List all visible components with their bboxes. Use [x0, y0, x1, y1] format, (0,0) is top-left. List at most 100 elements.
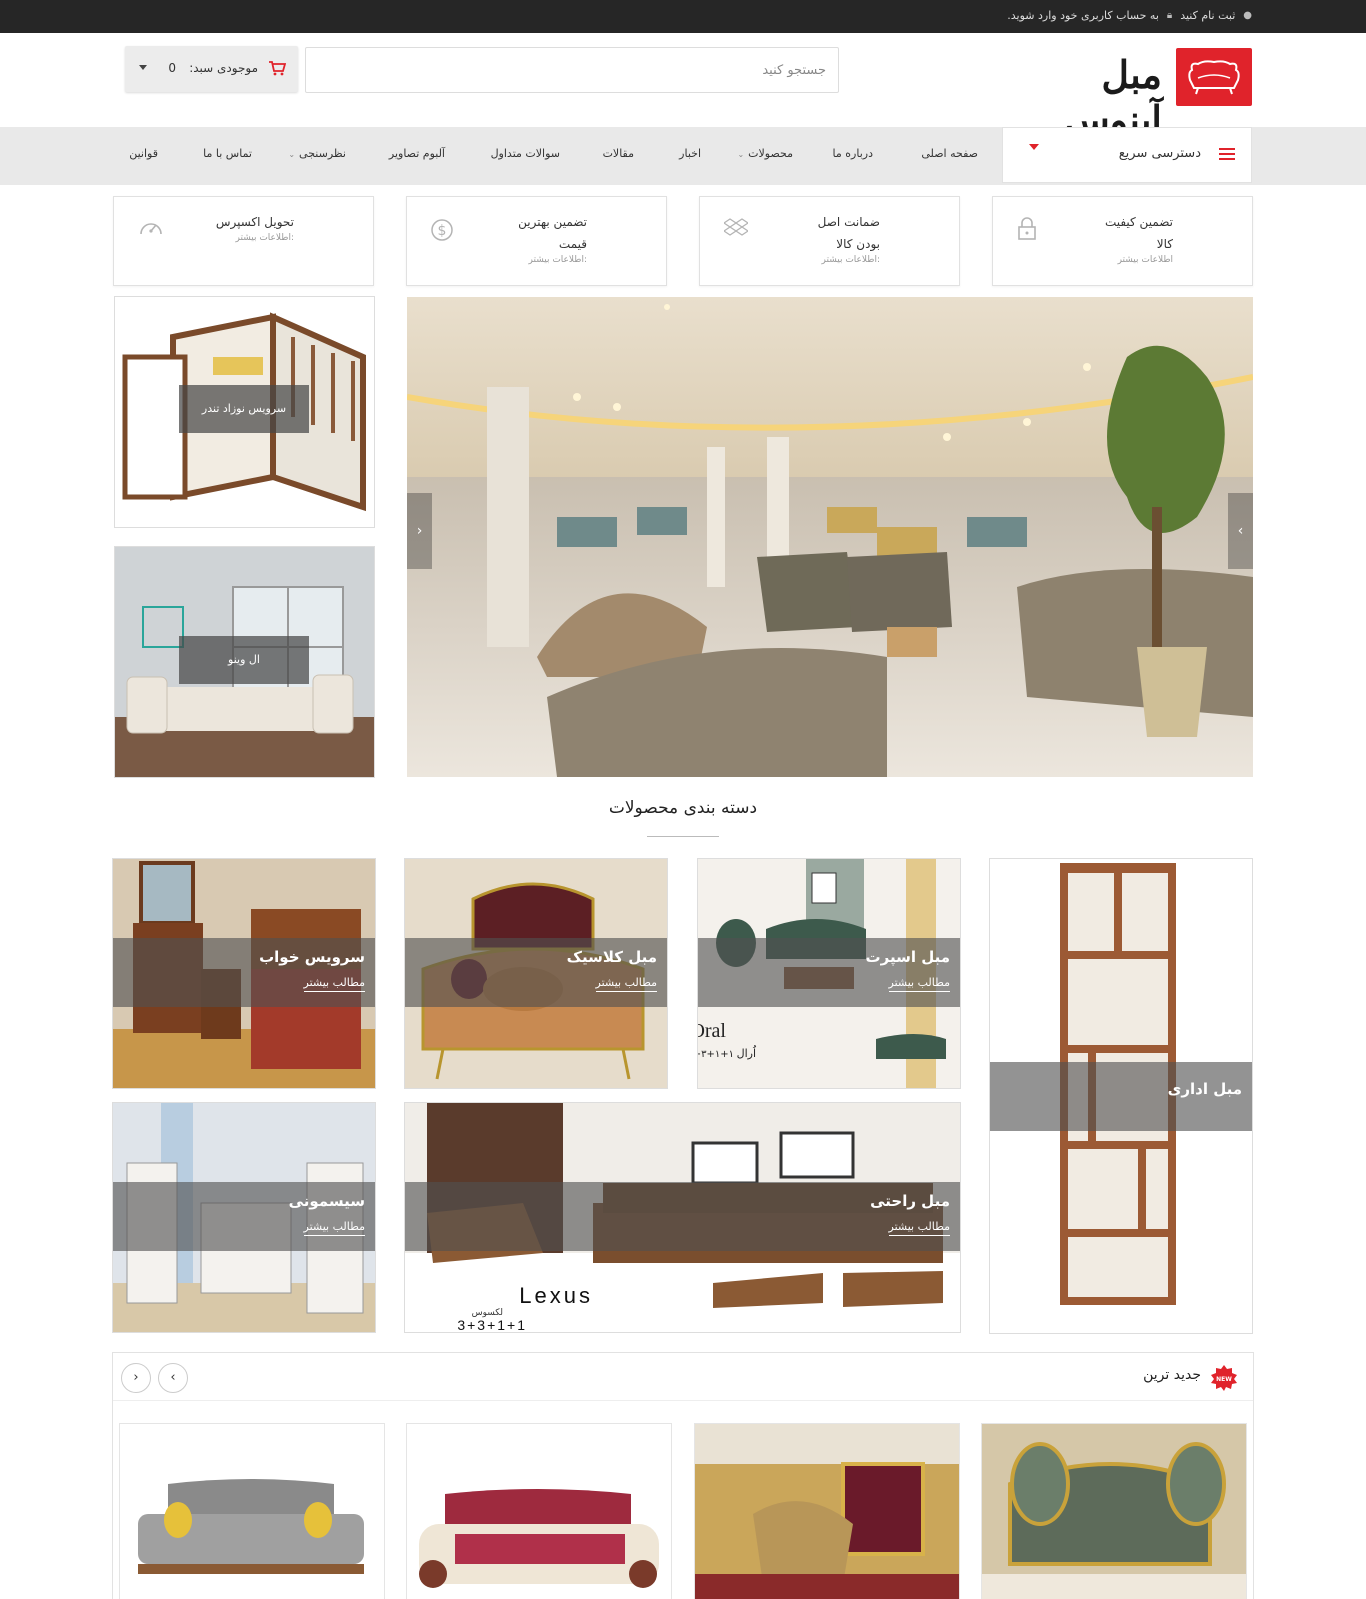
svg-text:$: $	[438, 223, 447, 239]
category-comfort[interactable]: Lexus لکسوس 3+3+1+1 مبل راحتی مطالب بیشت…	[404, 1102, 961, 1333]
feature-title-line: بودن کالا	[836, 237, 880, 251]
slider-next-button[interactable]: ›	[1228, 493, 1253, 569]
category-nursery[interactable]: سیسمونی مطالب بیشتر	[112, 1102, 376, 1333]
category-name: مبل اداری	[1167, 1080, 1242, 1098]
register-link[interactable]: ثبت نام کنید	[1180, 9, 1235, 22]
nav-item-contact[interactable]: تماس با ما	[203, 147, 252, 160]
new-badge-icon: NEW	[1211, 1365, 1237, 1391]
nav-menu: صفحه اصلی درباره ما محصولات⌄ اخبار مقالا…	[0, 127, 1366, 185]
lock-icon	[1017, 217, 1037, 245]
speedometer-icon	[138, 217, 164, 243]
dropbox-icon	[722, 217, 750, 243]
feature-title-line: تحویل اکسپرس	[215, 215, 294, 229]
category-band: مبل اسپرت مطالب بیشتر	[698, 938, 960, 1007]
slider-prev-button[interactable]: ‹	[407, 493, 432, 569]
site-logo[interactable]: مبل آبنوس	[992, 48, 1252, 142]
feature-title-line: قیمت	[558, 237, 587, 251]
divider	[647, 836, 719, 837]
carousel-prev-button[interactable]: ‹	[121, 1363, 151, 1393]
category-more-link[interactable]: مطالب بیشتر	[303, 1220, 365, 1236]
product-image	[120, 1424, 384, 1599]
oral-label: Oral	[697, 1020, 726, 1042]
product-image	[695, 1424, 959, 1599]
feature-title: ضمانت اصل بودن کالا	[780, 211, 880, 255]
promo-tile-baby[interactable]: سرویس نوزاد تندر	[114, 296, 375, 528]
category-band: مبل کلاسیک مطالب بیشتر	[405, 938, 667, 1007]
dollar-icon: $	[431, 217, 453, 247]
category-sport[interactable]: Oral اُرال ۳+۳+۱+۱ مبل اسپرت مطالب بیشتر	[697, 858, 961, 1089]
nav-item-gallery[interactable]: آلبوم تصاویر	[389, 147, 445, 160]
feature-original[interactable]: ضمانت اصل بودن کالا :اطلاعات بیشتر	[699, 196, 960, 286]
chevron-down-icon: ⌄	[288, 150, 296, 159]
oral-sub: ۳+۳+۱+۱	[697, 1049, 734, 1060]
product-image	[407, 1424, 671, 1599]
nav-item-rules[interactable]: قوانین	[129, 147, 158, 160]
category-office[interactable]: مبل اداری	[989, 858, 1253, 1334]
nav-item-about[interactable]: درباره ما	[833, 147, 873, 160]
category-more-link[interactable]: مطالب بیشتر	[888, 976, 950, 992]
feature-quality[interactable]: تضمین کیفیت کالا اطلاعات بیشتر	[992, 196, 1253, 286]
cart-label: موجودی سبد:	[189, 61, 258, 75]
feature-title-line: تضمین کیفیت	[1104, 215, 1173, 229]
category-name: مبل اسپرت	[865, 948, 950, 966]
feature-more-link[interactable]: :اطلاعات بیشتر	[529, 255, 587, 265]
carousel-next-button[interactable]: ›	[158, 1363, 188, 1393]
cart-count: 0	[168, 61, 176, 75]
category-name: سیسمونی	[288, 1192, 365, 1210]
nav-item-articles[interactable]: مقالات	[603, 147, 634, 160]
nav-item-products[interactable]: محصولات⌄	[737, 147, 793, 160]
feature-best-price[interactable]: تضمین بهترین قیمت :اطلاعات بیشتر $	[406, 196, 667, 286]
newest-header: NEW جدید ترین ‹ ›	[113, 1353, 1253, 1401]
feature-title-line: کالا	[1156, 237, 1173, 251]
product-card[interactable]	[981, 1423, 1247, 1599]
promo-caption: ال وینو	[179, 636, 309, 684]
chevron-down-icon	[139, 65, 147, 70]
product-image	[982, 1424, 1246, 1599]
main-nav: دسترسی سریع صفحه اصلی درباره ما محصولات⌄…	[0, 127, 1366, 185]
category-more-link[interactable]: مطالب بیشتر	[595, 976, 657, 992]
feature-more-link[interactable]: اطلاعات بیشتر	[1118, 255, 1173, 265]
lexus-label: Lexus	[519, 1283, 593, 1308]
nav-item-faq[interactable]: سوالات متداول	[491, 147, 560, 160]
feature-title: تضمین بهترین قیمت	[487, 211, 587, 255]
lexus-sub: 3+3+1+1	[457, 1317, 527, 1333]
promo-tile-sofa[interactable]: ال وینو	[114, 546, 375, 778]
category-bedroom[interactable]: سرویس خواب مطالب بیشتر	[112, 858, 376, 1089]
product-card[interactable]	[406, 1423, 672, 1599]
category-name: مبل راحتی	[870, 1192, 950, 1210]
oral-label-fa: اُرال	[737, 1045, 757, 1060]
nav-item-home[interactable]: صفحه اصلی	[921, 147, 978, 160]
nav-item-news[interactable]: اخبار	[679, 147, 701, 160]
promo-caption: سرویس نوزاد تندر	[179, 385, 309, 433]
user-icon: ●	[1243, 10, 1252, 21]
nav-item-poll[interactable]: نظرسنجی⌄	[288, 147, 346, 160]
search-input[interactable]	[306, 48, 838, 92]
cart-icon	[268, 60, 287, 79]
category-band: سیسمونی مطالب بیشتر	[113, 1182, 375, 1251]
category-name: مبل کلاسیک	[566, 948, 657, 966]
sofa-logo-icon	[1188, 60, 1240, 95]
top-bar: ● ثبت نام کنید 🔒︎ به حساب کاربری خود وار…	[0, 0, 1366, 33]
logo-mark	[1176, 48, 1252, 106]
feature-title-line: ضمانت اصل	[817, 215, 880, 229]
category-name: سرویس خواب	[259, 948, 365, 966]
feature-express[interactable]: تحویل اکسپرس :اطلاعات بیشتر	[113, 196, 374, 286]
category-classic[interactable]: مبل کلاسیک مطالب بیشتر	[404, 858, 668, 1089]
category-more-link[interactable]: مطالب بیشتر	[303, 976, 365, 992]
login-link[interactable]: به حساب کاربری خود وارد شوید.	[1007, 9, 1159, 22]
product-card[interactable]	[119, 1423, 385, 1599]
chevron-down-icon: ⌄	[737, 150, 745, 159]
feature-more-link[interactable]: :اطلاعات بیشتر	[822, 255, 880, 265]
cart-button[interactable]: موجودی سبد: 0	[125, 46, 298, 92]
nav-item-products-label: محصولات	[748, 147, 793, 160]
auth-links: ● ثبت نام کنید 🔒︎ به حساب کاربری خود وار…	[1007, 9, 1252, 22]
lock-icon: 🔒︎	[1166, 10, 1173, 21]
hero-slider[interactable]: ‹ ›	[407, 297, 1253, 777]
feature-title-line: تضمین بهترین	[518, 215, 587, 229]
feature-title: تحویل اکسپرس	[194, 211, 294, 233]
feature-more-link[interactable]: :اطلاعات بیشتر	[236, 233, 294, 243]
category-band: مبل اداری	[990, 1062, 1252, 1131]
product-card[interactable]	[694, 1423, 960, 1599]
category-more-link[interactable]: مطالب بیشتر	[888, 1220, 950, 1236]
newest-title: جدید ترین	[1143, 1367, 1201, 1383]
